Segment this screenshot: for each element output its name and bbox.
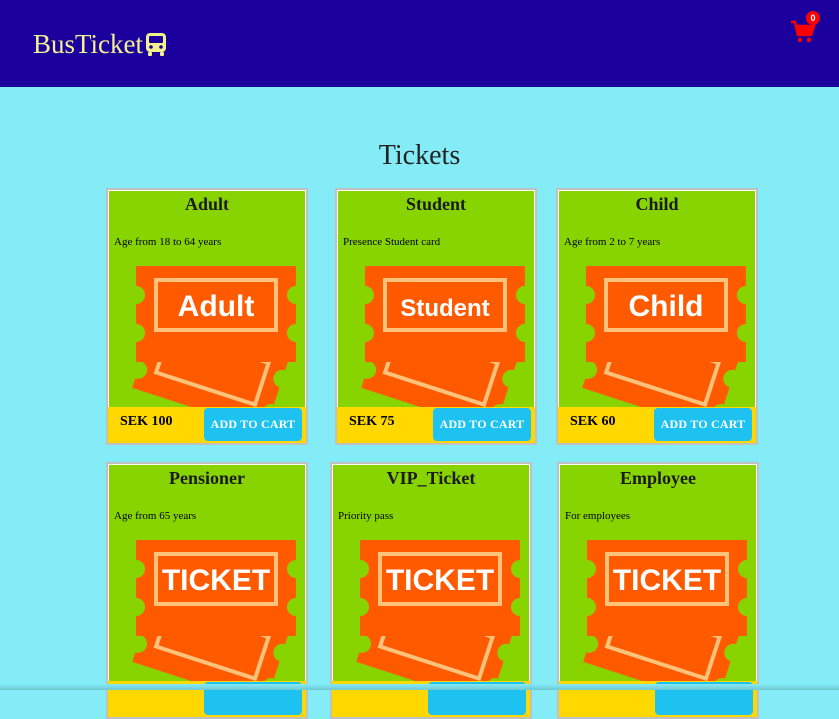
ticket-image: TICKET — [132, 540, 296, 682]
ticket-image: TICKET — [583, 540, 747, 682]
page-bottom-edge — [0, 684, 839, 690]
ticket-footer: SEK 75 ADD TO CART — [337, 407, 535, 443]
ticket-image: Student — [361, 266, 525, 408]
cart-count-badge: 0 — [806, 11, 820, 25]
ticket-footer: SEK 60 ADD TO CART — [558, 407, 756, 443]
add-to-cart-button[interactable]: ADD TO CART — [204, 408, 302, 441]
add-to-cart-button[interactable]: ADD TO CART — [433, 408, 531, 441]
ticket-description: Age from 18 to 64 years — [114, 236, 222, 248]
ticket-name: Pensioner — [169, 468, 245, 488]
page-title: Tickets — [378, 140, 461, 171]
ticket-description: For employees — [565, 510, 631, 522]
ticket-card: Child Age from 2 to 7 years Child SEK 60… — [556, 188, 758, 445]
ticket-price: SEK 75 — [349, 414, 395, 429]
ticket-name: Student — [405, 194, 467, 214]
ticket-price: SEK 60 — [570, 414, 616, 429]
ticket-description: Age from 65 years — [114, 510, 197, 522]
brand-name: BusTicket — [33, 29, 144, 59]
ticket-image-label: Child — [629, 290, 704, 323]
ticket-name: Employee — [620, 468, 696, 488]
add-to-cart-button[interactable]: ADD TO CART — [654, 408, 752, 441]
ticket-name: Child — [635, 194, 679, 214]
ticket-image: TICKET — [356, 540, 520, 682]
ticket-image: Child — [582, 266, 746, 408]
ticket-description: Presence Student card — [343, 236, 441, 248]
ticket-description: Age from 2 to 7 years — [564, 236, 661, 248]
ticket-price: SEK 100 — [120, 414, 173, 429]
ticket-card: Pensioner Age from 65 years TICKET — [106, 462, 308, 719]
ticket-card: Employee For employees TICKET — [557, 462, 759, 719]
navbar: BusTicket — [0, 0, 839, 87]
bus-icon — [146, 33, 167, 56]
ticket-name: Adult — [184, 194, 229, 214]
ticket-image-label: Student — [400, 295, 489, 322]
brand-logo[interactable]: BusTicket — [33, 28, 167, 60]
ticket-image: Adult — [132, 266, 296, 408]
ticket-description: Priority pass — [338, 510, 394, 522]
ticket-image-label: TICKET — [386, 564, 494, 597]
ticket-name: VIP_Ticket — [386, 468, 476, 488]
ticket-card: VIP_Ticket Priority pass TICKET — [330, 462, 532, 719]
ticket-image-label: TICKET — [162, 564, 270, 597]
ticket-card: Student Presence Student card Student SE… — [335, 188, 537, 445]
ticket-footer: SEK 100 ADD TO CART — [108, 407, 306, 443]
ticket-image-label: Adult — [178, 290, 255, 323]
ticket-card: Adult Age from 18 to 64 years Adult SEK … — [106, 188, 308, 445]
ticket-image-label: TICKET — [613, 564, 721, 597]
